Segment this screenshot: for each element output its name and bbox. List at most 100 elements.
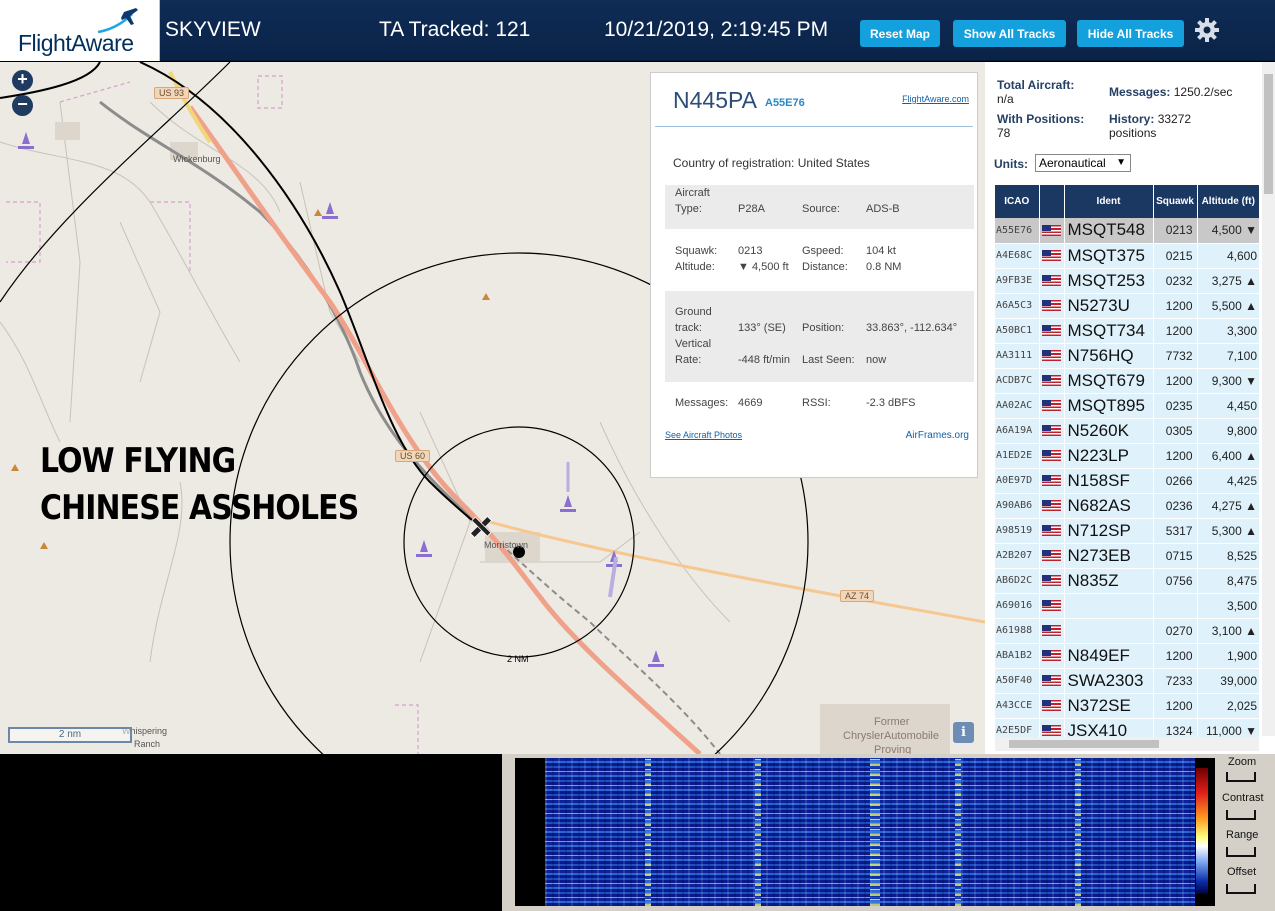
table-row[interactable]: ABA1B2 N849EF 1200 1,900 xyxy=(995,643,1260,669)
vrate-label: Vertical xyxy=(675,338,712,350)
signal-band xyxy=(645,758,651,906)
icao-cell: A2B207 xyxy=(995,543,1040,569)
table-row[interactable]: A43CCE N372SE 1200 2,025 xyxy=(995,693,1260,719)
vrate-value: -448 ft/min xyxy=(738,354,790,366)
range-slider[interactable] xyxy=(1226,847,1256,857)
show-all-tracks-button[interactable]: Show All Tracks xyxy=(953,20,1066,47)
country-label: Country of registration: xyxy=(673,156,795,170)
squawk-cell: 0213 xyxy=(1153,218,1198,244)
column-header-altitude[interactable]: Altitude (ft) xyxy=(1197,185,1260,218)
ident-cell: MSQT734 xyxy=(1064,318,1154,344)
us-flag-icon xyxy=(1041,474,1061,486)
zoom-in-button[interactable]: + xyxy=(12,70,33,91)
flag-cell xyxy=(1039,543,1065,569)
aircraft-table: ICAO Ident Squawk Altitude (ft) A55E76 MS… xyxy=(995,185,1260,744)
table-row[interactable]: A61988 0270 3,100 ▲ xyxy=(995,618,1260,644)
rssi-label: RSSI: xyxy=(802,397,831,409)
ident-cell: MSQT679 xyxy=(1064,368,1154,394)
flightaware-link[interactable]: FlightAware.com xyxy=(902,94,969,104)
flag-cell xyxy=(1039,493,1065,519)
altitude-cell: 6,400 ▲ xyxy=(1197,443,1260,469)
aircraft-type-block: Aircraft Type: P28A Source: ADS-B xyxy=(665,185,974,229)
flag-cell xyxy=(1039,218,1065,244)
squawk-cell: 0715 xyxy=(1153,543,1198,569)
contrast-label: Contrast xyxy=(1222,792,1264,804)
offset-slider[interactable] xyxy=(1226,884,1256,894)
table-row[interactable]: AB6D2C N835Z 0756 8,475 xyxy=(995,568,1260,594)
vertical-scrollbar-thumb[interactable] xyxy=(1264,74,1273,194)
table-row[interactable]: A55E76 MSQT548 0213 4,500 ▼ xyxy=(995,218,1260,244)
road-shield: AZ 74 xyxy=(840,590,875,602)
flag-cell xyxy=(1039,293,1065,319)
icao-cell: A6A5C3 xyxy=(995,293,1040,319)
flag-cell xyxy=(1039,468,1065,494)
us-flag-icon xyxy=(1041,224,1061,236)
icao-cell: ACDB7C xyxy=(995,368,1040,394)
us-flag-icon xyxy=(1041,399,1061,411)
column-header-squawk[interactable]: Squawk xyxy=(1153,185,1198,218)
squawk-cell: 0235 xyxy=(1153,393,1198,419)
app-name: SKYVIEW xyxy=(165,18,261,41)
contrast-slider[interactable] xyxy=(1226,810,1256,820)
table-row[interactable]: A1ED2E N223LP 1200 6,400 ▲ xyxy=(995,443,1260,469)
flag-cell xyxy=(1039,318,1065,344)
airframes-link[interactable]: AirFrames.org xyxy=(906,430,969,441)
with-positions-label: With Positions: xyxy=(997,112,1085,126)
squawk-cell: 1200 xyxy=(1153,693,1198,719)
ident-cell: N372SE xyxy=(1064,693,1154,719)
column-header-flag[interactable] xyxy=(1039,185,1065,218)
table-row[interactable]: AA3111 N756HQ 7732 7,100 xyxy=(995,343,1260,369)
table-row[interactable]: A50BC1 MSQT734 1200 3,300 xyxy=(995,318,1260,344)
zoom-out-button[interactable]: − xyxy=(12,95,33,116)
us-flag-icon xyxy=(1041,549,1061,561)
track-block: Ground track: 133° (SE) Position: 33.863… xyxy=(665,291,974,382)
table-row[interactable]: A6A19A N5260K 0305 9,800 xyxy=(995,418,1260,444)
ident-cell xyxy=(1064,618,1154,644)
table-row[interactable]: AA02AC MSQT895 0235 4,450 xyxy=(995,393,1260,419)
table-row[interactable]: A69016 3,500 xyxy=(995,593,1260,619)
datetime: 10/21/2019, 2:19:45 PM xyxy=(604,18,829,41)
reset-map-button[interactable]: Reset Map xyxy=(860,20,940,47)
zoom-slider[interactable] xyxy=(1226,772,1256,782)
flag-cell xyxy=(1039,268,1065,294)
ident-cell: SWA2303 xyxy=(1064,668,1154,694)
lastseen-value: now xyxy=(866,354,887,366)
table-row[interactable]: ACDB7C MSQT679 1200 9,300 ▼ xyxy=(995,368,1260,394)
table-row[interactable]: A9FB3E MSQT253 0232 3,275 ▲ xyxy=(995,268,1260,294)
icao-cell: A50BC1 xyxy=(995,318,1040,344)
units-select[interactable]: Aeronautical ▼ xyxy=(1035,154,1131,172)
icao-cell: A69016 xyxy=(995,593,1040,619)
altitude-cell: 9,800 xyxy=(1197,418,1260,444)
ident-cell: N682AS xyxy=(1064,493,1154,519)
altitude-label: Altitude: xyxy=(675,261,715,273)
place-label: Morristown xyxy=(484,540,529,550)
table-row[interactable]: A4E68C MSQT375 0215 4,600 xyxy=(995,243,1260,269)
column-header-icao[interactable]: ICAO xyxy=(995,185,1040,218)
total-aircraft-stat: Total Aircraft: n/a xyxy=(997,78,1074,106)
table-row[interactable]: A2B207 N273EB 0715 8,525 xyxy=(995,543,1260,569)
table-row[interactable]: A0E97D N158SF 0266 4,425 xyxy=(995,468,1260,494)
horizontal-scrollbar-thumb[interactable] xyxy=(1009,740,1159,748)
icao-cell: ABA1B2 xyxy=(995,643,1040,669)
altitude-cell: 3,275 ▲ xyxy=(1197,268,1260,294)
info-button[interactable]: i xyxy=(953,722,974,743)
flag-cell xyxy=(1039,618,1065,644)
table-row[interactable]: A50F40 SWA2303 7233 39,000 xyxy=(995,668,1260,694)
table-row[interactable]: A6A5C3 N5273U 1200 5,500 ▲ xyxy=(995,293,1260,319)
hide-all-tracks-button[interactable]: Hide All Tracks xyxy=(1077,20,1184,47)
flightaware-logo[interactable]: FlightAware xyxy=(0,0,160,61)
us-flag-icon xyxy=(1041,599,1061,611)
place-label: ChryslerAutomobile xyxy=(843,730,939,742)
squawk-cell xyxy=(1153,593,1198,619)
column-header-ident[interactable]: Ident xyxy=(1064,185,1154,218)
gear-icon[interactable] xyxy=(1194,17,1220,43)
aircraft-photos-link[interactable]: See Aircraft Photos xyxy=(665,430,742,440)
altitude-cell: 3,500 xyxy=(1197,593,1260,619)
table-row[interactable]: A90AB6 N682AS 0236 4,275 ▲ xyxy=(995,493,1260,519)
aircraft-type-label-2: Type: xyxy=(675,203,702,215)
units-label: Units: xyxy=(994,157,1028,171)
squawk-cell: 0232 xyxy=(1153,268,1198,294)
table-row[interactable]: A98519 N712SP 5317 5,300 ▲ xyxy=(995,518,1260,544)
ident-cell: N712SP xyxy=(1064,518,1154,544)
squawk-cell: 1200 xyxy=(1153,443,1198,469)
